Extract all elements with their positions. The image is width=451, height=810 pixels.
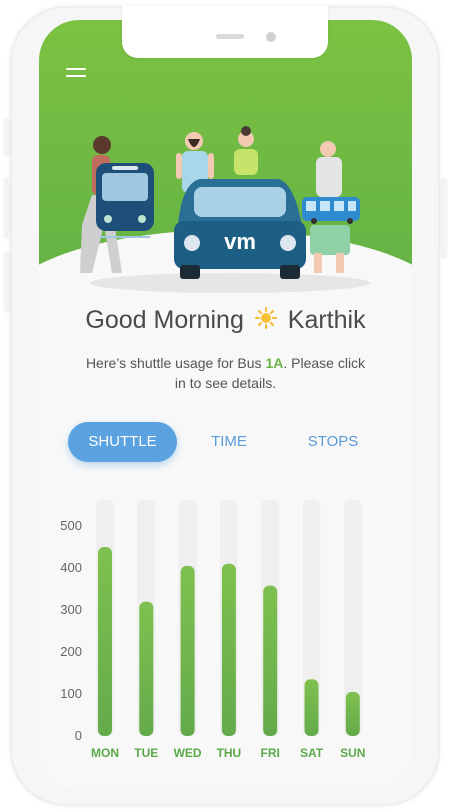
y-tick-label: 200 [60, 644, 82, 659]
person-on-car-illustration [234, 126, 258, 175]
x-tick-label: WED [174, 746, 202, 760]
y-tick-label: 100 [60, 686, 82, 701]
sun-icon [254, 306, 277, 336]
bus-id[interactable]: 1A [265, 355, 283, 371]
user-name: Karthik [287, 306, 366, 334]
y-tick-label: 300 [60, 602, 82, 617]
x-tick-label: FRI [261, 746, 280, 760]
commute-illustration: vm [80, 126, 370, 293]
bar-fri[interactable] [263, 585, 278, 736]
bar-wed[interactable] [180, 565, 195, 736]
usage-text-before: Here’s shuttle usage for Bus [85, 355, 266, 371]
greeting: Good Morning Karthik [40, 306, 411, 336]
view-tabs: SHUTTLE TIME STOPS [68, 422, 388, 462]
x-tick-label: SUN [340, 746, 365, 760]
tab-shuttle[interactable]: SHUTTLE [68, 422, 177, 462]
bar-tue[interactable] [139, 601, 154, 736]
phone-side-button [4, 252, 10, 312]
bar-mon[interactable] [98, 547, 112, 736]
x-tick-label: MON [91, 746, 119, 760]
phone-notch [122, 6, 328, 58]
x-tick-label: THU [217, 746, 242, 760]
phone-side-button [4, 118, 10, 156]
speaker-icon [216, 34, 244, 39]
y-tick-label: 500 [60, 518, 82, 533]
y-tick-label: 0 [75, 728, 82, 743]
usage-description: Here’s shuttle usage for Bus 1A. Please … [80, 353, 371, 393]
bar-sat[interactable] [304, 679, 319, 736]
phone-side-button [4, 178, 10, 238]
bar-thu[interactable] [221, 563, 236, 736]
car-illustration: vm [174, 179, 306, 279]
person-with-bus-illustration [302, 141, 360, 273]
x-tick-label: SAT [300, 746, 324, 760]
x-tick-label: TUE [134, 746, 158, 760]
bar-sun[interactable] [345, 691, 360, 736]
brand-logo: vm [224, 229, 256, 254]
camera-icon [266, 32, 276, 42]
y-tick-label: 400 [60, 560, 82, 575]
phone-side-button [441, 178, 447, 258]
greeting-prefix: Good Morning [85, 306, 244, 334]
hamburger-menu-icon[interactable] [66, 68, 86, 80]
shuttle-usage-chart: 0 100 200 300 400 500 MON TUE WED THU FRI SAT SUN [60, 500, 365, 760]
tab-time[interactable]: TIME [194, 422, 264, 462]
tab-stops[interactable]: STOPS [296, 422, 370, 462]
person-with-train-illustration [80, 136, 154, 273]
